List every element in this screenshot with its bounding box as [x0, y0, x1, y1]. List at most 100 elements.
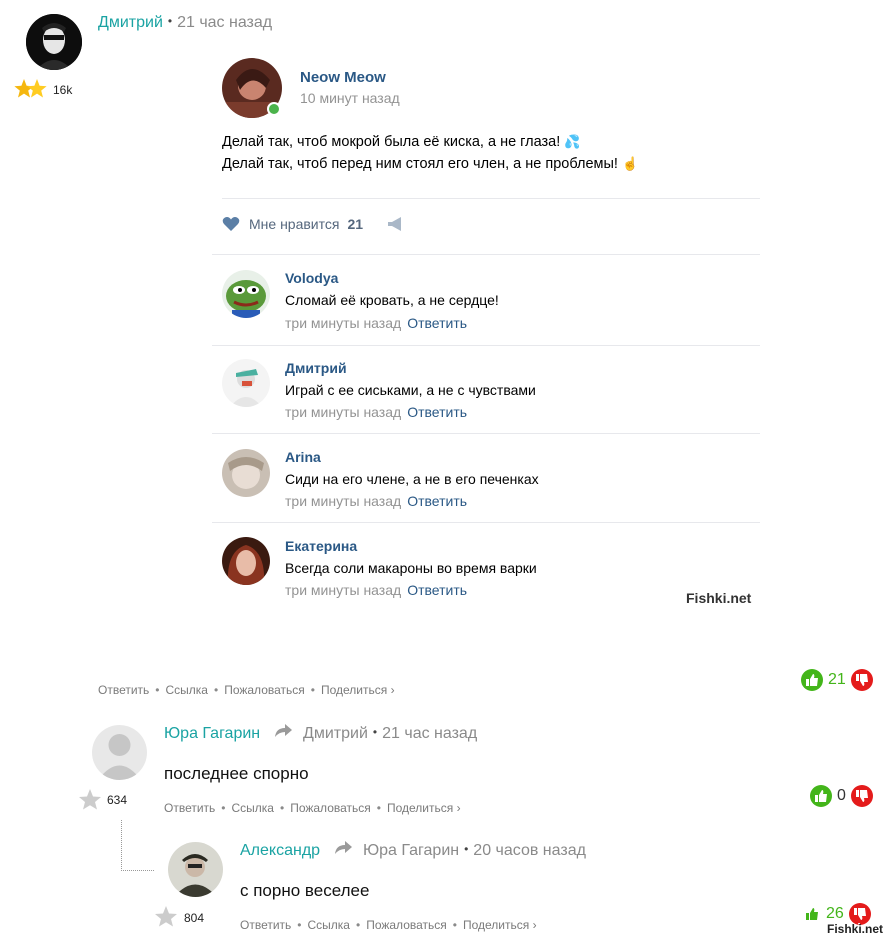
reply-button[interactable]: Ответить	[240, 918, 291, 932]
like-label: Мне нравится	[249, 216, 340, 232]
commenter-name: Volodya	[285, 270, 339, 286]
separator-dot: •	[372, 725, 378, 739]
divider	[212, 433, 760, 434]
commenter-text: Сиди на его члене, а не в его печенках	[285, 471, 539, 487]
comment-time[interactable]: 21 час назад	[177, 14, 272, 31]
reply-link: Ответить	[407, 315, 468, 331]
commenter-name: Дмитрий	[285, 360, 347, 376]
thumbs-up-icon[interactable]	[810, 785, 832, 807]
commenter-meta: три минуты назад Ответить	[285, 315, 467, 331]
reply-link: Ответить	[407, 404, 468, 420]
heart-icon	[222, 217, 240, 231]
droplets-icon: 💦	[564, 134, 581, 149]
online-indicator-icon	[267, 102, 281, 116]
reply-arrow-icon	[274, 724, 292, 737]
reply-arrow-icon	[334, 841, 352, 854]
author-name[interactable]: Юра Гагарин	[164, 725, 260, 742]
commenter-time: три минуты назад	[285, 315, 402, 331]
comment-time[interactable]: 21 час назад	[382, 725, 477, 742]
post-author-name: Neow Meow	[300, 69, 386, 86]
chevron-right-icon: ›	[456, 801, 461, 815]
post-line-1: Делай так, чтоб мокрой была её киска, а …	[222, 134, 561, 150]
reply-button[interactable]: Ответить	[98, 683, 149, 697]
commenter-text: Сломай её кровать, а не сердце!	[285, 292, 499, 308]
reply-to-name[interactable]: Дмитрий	[303, 725, 368, 742]
comment-actions: Ответить • Ссылка • Пожаловаться • Поделиться …	[98, 683, 395, 697]
report-button[interactable]: Пожаловаться	[366, 918, 447, 932]
rating-stars-icon	[14, 78, 48, 105]
chevron-right-icon: ›	[532, 918, 537, 932]
embedded-vk-post: Neow Meow 10 минут назад Делай так, чтоб…	[212, 50, 760, 620]
commenter-time: три минуты назад	[285, 582, 402, 598]
author-name[interactable]: Дмитрий	[98, 14, 163, 31]
commenter-text: Всегда соли макароны во время варки	[285, 560, 537, 576]
commenter-name: Arina	[285, 449, 321, 465]
site-watermark: Fishki.net	[827, 922, 884, 936]
reply-button[interactable]: Ответить	[164, 801, 215, 815]
report-button[interactable]: Пожаловаться	[224, 683, 305, 697]
vote-count: 21	[828, 671, 846, 688]
thumbs-up-icon[interactable]	[801, 669, 823, 691]
separator-dot: •	[452, 918, 457, 932]
commenter-avatar	[222, 270, 270, 318]
separator-dot: •	[221, 801, 226, 815]
thumbs-down-icon[interactable]	[850, 669, 873, 691]
thread-connector	[121, 820, 154, 871]
commenter-avatar	[222, 449, 270, 497]
author-name[interactable]: Александр	[240, 842, 320, 859]
user-rating: 634	[107, 793, 128, 807]
vote-widget: 0	[810, 785, 873, 807]
vote-count: 26	[826, 905, 844, 922]
image-watermark: Fishki.net	[686, 590, 752, 606]
like-count: 21	[347, 216, 364, 232]
vote-widget: 21	[801, 669, 873, 691]
share-button[interactable]: Поделиться	[321, 683, 387, 697]
separator-dot: •	[464, 842, 469, 856]
user-rating: 16k	[53, 83, 73, 97]
commenter-meta: три минуты назад Ответить	[285, 582, 467, 598]
comment-header: Юра Гагарин Дмитрий • 21 час назад	[164, 724, 477, 743]
post-line-2: Делай так, чтоб перед ним стоял его член…	[222, 156, 618, 172]
star-icon	[78, 788, 102, 815]
separator-dot: •	[213, 683, 219, 697]
divider	[212, 522, 760, 523]
separator-dot: •	[297, 918, 302, 932]
report-button[interactable]: Пожаловаться	[290, 801, 371, 815]
separator-dot: •	[167, 14, 173, 28]
separator-dot: •	[355, 918, 361, 932]
divider	[212, 345, 760, 346]
user-rating: 804	[184, 911, 205, 925]
thumbs-up-icon[interactable]	[804, 907, 820, 921]
comment-text: последнее спорно	[164, 764, 309, 783]
commenter-meta: три минуты назад Ответить	[285, 404, 467, 420]
thumbs-down-icon[interactable]	[850, 785, 873, 807]
commenter-avatar	[222, 537, 270, 585]
post-text: Делай так, чтоб мокрой была её киска, а …	[222, 131, 752, 175]
post-time: 10 минут назад	[300, 90, 400, 106]
separator-dot: •	[155, 683, 160, 697]
link-button[interactable]: Ссылка	[166, 683, 208, 697]
share-button[interactable]: Поделиться	[463, 918, 529, 932]
divider	[212, 254, 760, 255]
commenter-name: Екатерина	[285, 538, 358, 554]
avatar[interactable]	[26, 14, 82, 70]
megaphone-icon	[388, 217, 402, 231]
comment-actions: Ответить • Ссылка • Пожаловаться • Поделиться …	[240, 918, 537, 932]
star-icon	[154, 905, 178, 932]
link-button[interactable]: Ссылка	[232, 801, 274, 815]
vote-count: 0	[837, 787, 846, 804]
reply-to-name[interactable]: Юра Гагарин	[363, 842, 459, 859]
default-avatar-icon[interactable]	[92, 725, 147, 780]
commenter-time: три минуты назад	[285, 404, 402, 420]
comment-time[interactable]: 20 часов назад	[473, 842, 586, 859]
commenter-text: Играй с ее сиськами, а не с чувствами	[285, 382, 536, 398]
link-button[interactable]: Ссылка	[308, 918, 350, 932]
avatar[interactable]	[168, 842, 223, 897]
commenter-meta: три минуты назад Ответить	[285, 493, 467, 509]
separator-dot: •	[376, 801, 381, 815]
hand-icon: ☝	[621, 156, 639, 171]
comment-text: с порно веселее	[240, 881, 370, 900]
commenter-time: три минуты назад	[285, 493, 402, 509]
share-button[interactable]: Поделиться	[387, 801, 453, 815]
divider	[222, 198, 760, 199]
